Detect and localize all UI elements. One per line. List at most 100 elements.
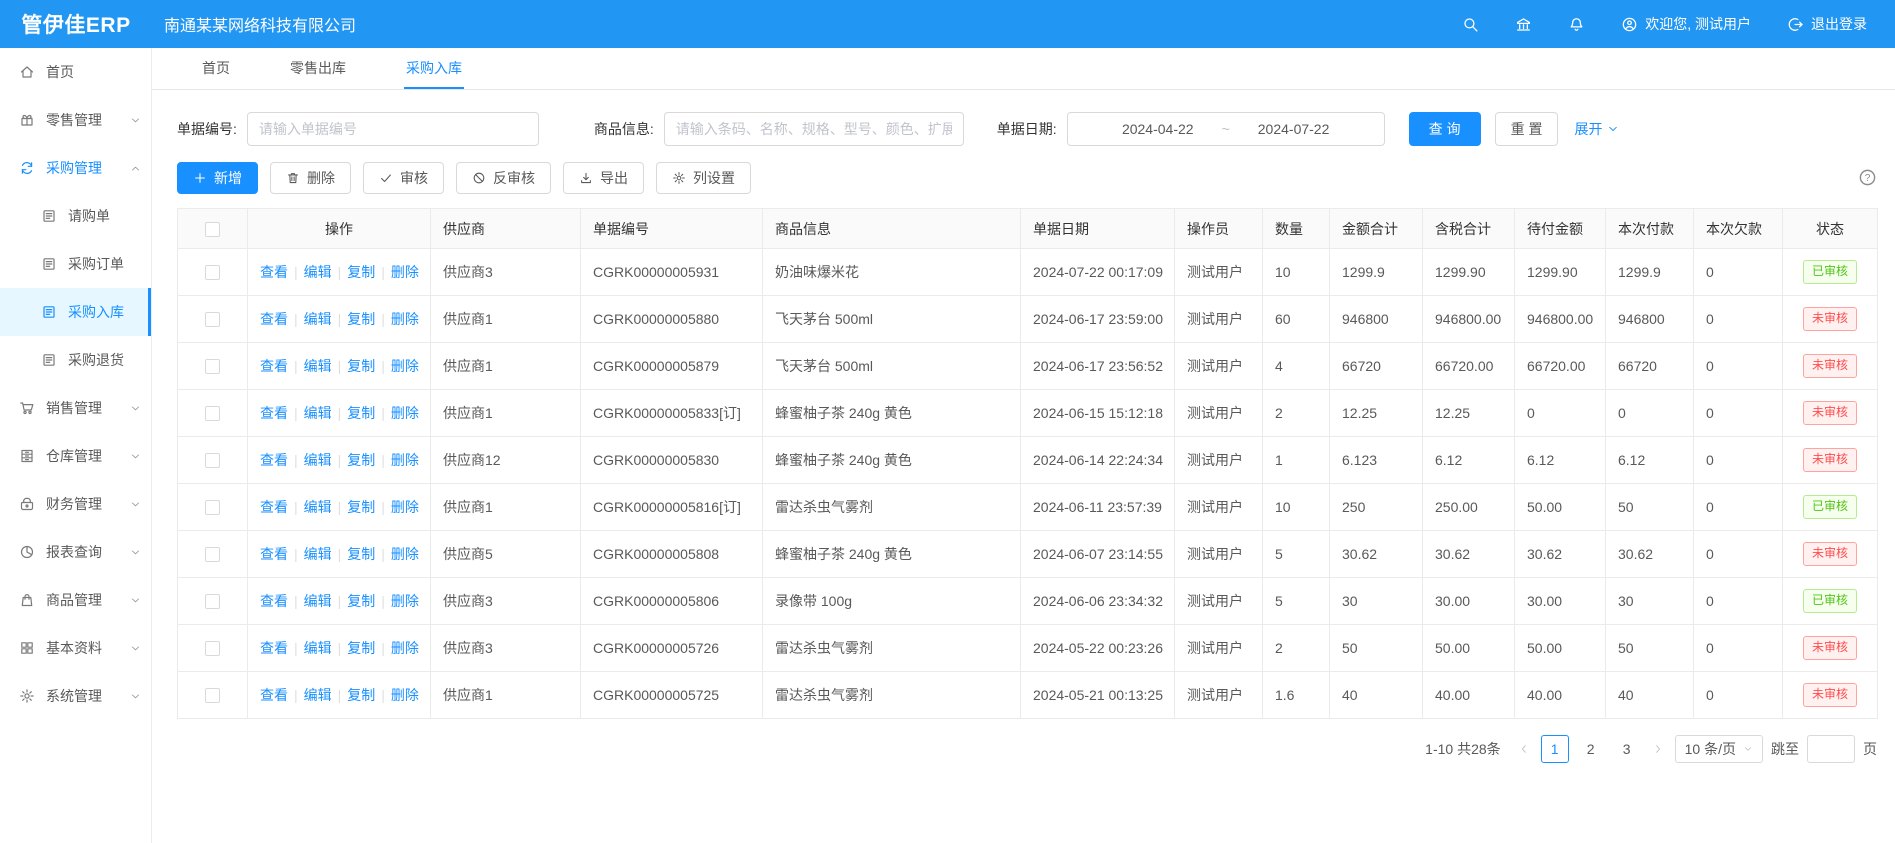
row-checkbox[interactable] bbox=[205, 312, 220, 327]
link-separator: | bbox=[294, 593, 298, 609]
copy-link[interactable]: 复制 bbox=[347, 264, 375, 280]
copy-link[interactable]: 复制 bbox=[347, 499, 375, 515]
copy-link[interactable]: 复制 bbox=[347, 311, 375, 327]
logout-button[interactable]: 退出登录 bbox=[1787, 14, 1867, 34]
delete-link[interactable]: 删除 bbox=[391, 358, 419, 374]
reset-button[interactable]: 重 置 bbox=[1495, 112, 1559, 146]
sidebar-item-sales-mgmt[interactable]: 销售管理 bbox=[0, 384, 151, 432]
edit-link[interactable]: 编辑 bbox=[304, 358, 332, 374]
expand-toggle[interactable]: 展开 bbox=[1574, 119, 1619, 139]
edit-link[interactable]: 编辑 bbox=[304, 687, 332, 703]
row-checkbox[interactable] bbox=[205, 406, 220, 421]
doc-no-input[interactable] bbox=[247, 112, 539, 146]
add-button[interactable]: 新增 bbox=[177, 162, 258, 194]
next-page-button[interactable] bbox=[1649, 743, 1667, 755]
page-size-select[interactable]: 10 条/页 bbox=[1675, 735, 1763, 763]
edit-link[interactable]: 编辑 bbox=[304, 452, 332, 468]
edit-link[interactable]: 编辑 bbox=[304, 264, 332, 280]
row-checkbox[interactable] bbox=[205, 688, 220, 703]
page-button-3[interactable]: 3 bbox=[1613, 735, 1641, 763]
select-all-checkbox[interactable] bbox=[205, 222, 220, 237]
sidebar-item-warehouse-mgmt[interactable]: 仓库管理 bbox=[0, 432, 151, 480]
edit-link[interactable]: 编辑 bbox=[304, 546, 332, 562]
delete-link[interactable]: 删除 bbox=[391, 593, 419, 609]
sidebar-item-purchase-inbound[interactable]: 采购入库 bbox=[0, 288, 151, 336]
edit-link[interactable]: 编辑 bbox=[304, 311, 332, 327]
delete-link[interactable]: 删除 bbox=[391, 687, 419, 703]
row-checkbox[interactable] bbox=[205, 641, 220, 656]
help-icon[interactable]: ? bbox=[1858, 168, 1877, 190]
audit-button[interactable]: 审核 bbox=[363, 162, 444, 194]
view-link[interactable]: 查看 bbox=[260, 546, 288, 562]
copy-link[interactable]: 复制 bbox=[347, 452, 375, 468]
view-link[interactable]: 查看 bbox=[260, 640, 288, 656]
sidebar-item-purchase-request[interactable]: 请购单 bbox=[0, 192, 151, 240]
prev-page-button[interactable] bbox=[1515, 743, 1533, 755]
notifications-button[interactable] bbox=[1568, 16, 1585, 33]
delete-link[interactable]: 删除 bbox=[391, 499, 419, 515]
view-link[interactable]: 查看 bbox=[260, 358, 288, 374]
sidebar-item-purchase-return[interactable]: 采购退货 bbox=[0, 336, 151, 384]
view-link[interactable]: 查看 bbox=[260, 405, 288, 421]
page-button-2[interactable]: 2 bbox=[1577, 735, 1605, 763]
sidebar-item-retail-mgmt[interactable]: 零售管理 bbox=[0, 96, 151, 144]
edit-link[interactable]: 编辑 bbox=[304, 405, 332, 421]
copy-link[interactable]: 复制 bbox=[347, 405, 375, 421]
row-checkbox[interactable] bbox=[205, 594, 220, 609]
sidebar-item-system-mgmt[interactable]: 系统管理 bbox=[0, 672, 151, 720]
copy-link[interactable]: 复制 bbox=[347, 687, 375, 703]
row-checkbox[interactable] bbox=[205, 265, 220, 280]
search-submit-button[interactable]: 查 询 bbox=[1409, 112, 1481, 146]
delete-link[interactable]: 删除 bbox=[391, 546, 419, 562]
date-to-value[interactable]: 2024-07-22 bbox=[1258, 121, 1330, 137]
delete-link[interactable]: 删除 bbox=[391, 405, 419, 421]
delete-button[interactable]: 删除 bbox=[270, 162, 351, 194]
copy-link[interactable]: 复制 bbox=[347, 640, 375, 656]
column-settings-button[interactable]: 列设置 bbox=[656, 162, 751, 194]
view-link[interactable]: 查看 bbox=[260, 593, 288, 609]
copy-link[interactable]: 复制 bbox=[347, 546, 375, 562]
welcome-user[interactable]: 欢迎您, 测试用户 bbox=[1621, 14, 1751, 34]
sidebar-item-report-query[interactable]: 报表查询 bbox=[0, 528, 151, 576]
sidebar-item-purchase-mgmt[interactable]: 采购管理 bbox=[0, 144, 151, 192]
sidebar-item-home[interactable]: 首页 bbox=[0, 48, 151, 96]
date-range-picker[interactable]: 2024-04-22 ~ 2024-07-22 bbox=[1067, 112, 1385, 146]
edit-link[interactable]: 编辑 bbox=[304, 499, 332, 515]
export-button[interactable]: 导出 bbox=[563, 162, 644, 194]
copy-link[interactable]: 复制 bbox=[347, 593, 375, 609]
tab-purchase-inbound[interactable]: 采购入库 bbox=[404, 48, 464, 89]
view-link[interactable]: 查看 bbox=[260, 499, 288, 515]
row-checkbox[interactable] bbox=[205, 547, 220, 562]
delete-link[interactable]: 删除 bbox=[391, 452, 419, 468]
sidebar-item-basic-data[interactable]: 基本资料 bbox=[0, 624, 151, 672]
view-link[interactable]: 查看 bbox=[260, 311, 288, 327]
date-from-value[interactable]: 2024-04-22 bbox=[1122, 121, 1194, 137]
copy-link[interactable]: 复制 bbox=[347, 358, 375, 374]
row-checkbox[interactable] bbox=[205, 359, 220, 374]
view-link[interactable]: 查看 bbox=[260, 687, 288, 703]
edit-link[interactable]: 编辑 bbox=[304, 593, 332, 609]
page-button-1[interactable]: 1 bbox=[1541, 735, 1569, 763]
view-link[interactable]: 查看 bbox=[260, 452, 288, 468]
row-checkbox[interactable] bbox=[205, 453, 220, 468]
row-checkbox[interactable] bbox=[205, 500, 220, 515]
cell-paid: 0 bbox=[1606, 390, 1694, 437]
column-header: 待付金额 bbox=[1515, 209, 1606, 249]
tab-retail-outbound[interactable]: 零售出库 bbox=[288, 48, 348, 89]
sidebar-item-goods-mgmt[interactable]: 商品管理 bbox=[0, 576, 151, 624]
delete-link[interactable]: 删除 bbox=[391, 640, 419, 656]
jump-page-input[interactable] bbox=[1807, 735, 1855, 763]
search-button[interactable] bbox=[1462, 16, 1479, 33]
product-info-input[interactable] bbox=[664, 112, 964, 146]
org-button[interactable] bbox=[1515, 16, 1532, 33]
sidebar-item-finance-mgmt[interactable]: 财务管理 bbox=[0, 480, 151, 528]
tab-home[interactable]: 首页 bbox=[200, 48, 232, 89]
table-row: 查看|编辑|复制|删除供应商1CGRK00000005816[订]雷达杀虫气雾剂… bbox=[178, 484, 1878, 531]
view-link[interactable]: 查看 bbox=[260, 264, 288, 280]
cell-tax-amount: 66720.00 bbox=[1423, 343, 1515, 390]
delete-link[interactable]: 删除 bbox=[391, 311, 419, 327]
delete-link[interactable]: 删除 bbox=[391, 264, 419, 280]
sidebar-item-purchase-order[interactable]: 采购订单 bbox=[0, 240, 151, 288]
unaudit-button[interactable]: 反审核 bbox=[456, 162, 551, 194]
edit-link[interactable]: 编辑 bbox=[304, 640, 332, 656]
